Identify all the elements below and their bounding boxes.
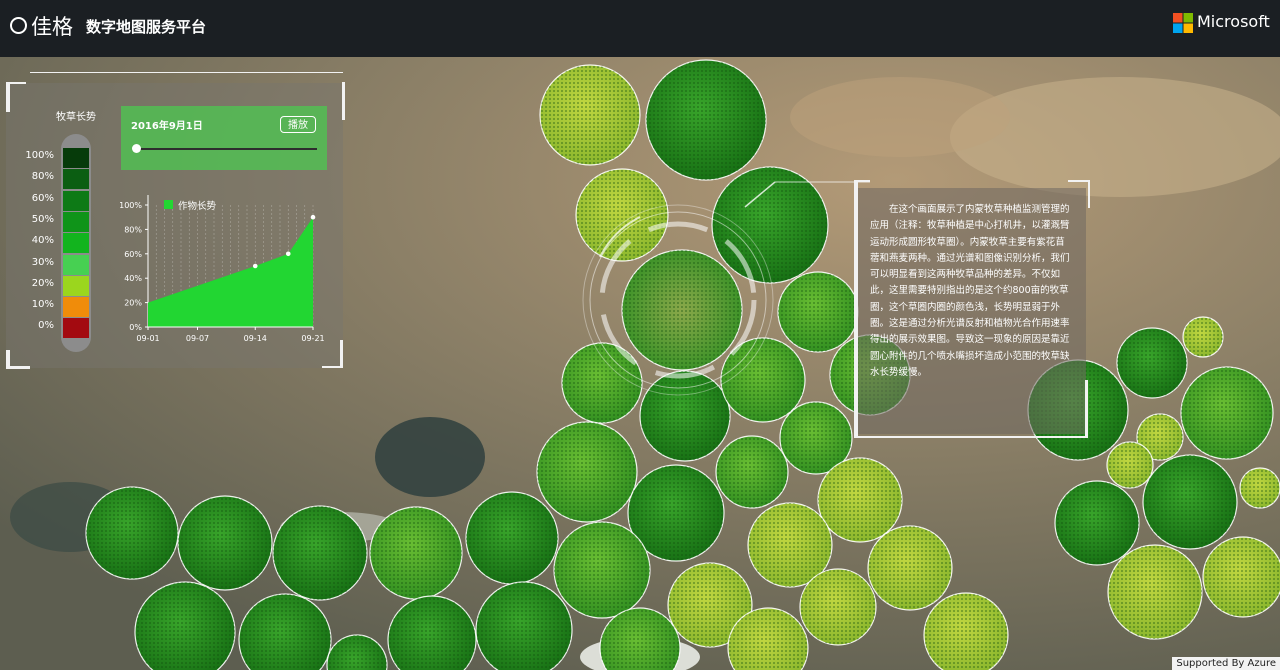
legend-label: 30% bbox=[31, 256, 54, 268]
chart-x-tick-label: 09-14 bbox=[244, 334, 267, 343]
chart-data-point bbox=[285, 251, 291, 257]
info-text: 在这个画面展示了内蒙牧草种植监测管理的应用（注释：牧草种植是中心打机井，以灌溉臂… bbox=[870, 204, 1070, 378]
brand-name: 佳格 bbox=[31, 15, 73, 39]
field-texture bbox=[562, 343, 642, 423]
legend-panel-frame-bottom-left bbox=[6, 350, 30, 369]
legend-label: 0% bbox=[38, 320, 54, 332]
field-texture bbox=[1203, 537, 1280, 617]
legend-label: 50% bbox=[31, 213, 54, 225]
azure-attribution: Supported By Azure bbox=[1172, 657, 1280, 670]
logo-ring-icon bbox=[10, 17, 27, 34]
chart-legend-swatch bbox=[164, 200, 173, 209]
field-texture bbox=[1107, 442, 1153, 488]
field-texture bbox=[554, 522, 650, 618]
field-texture bbox=[540, 65, 640, 165]
legend-label: 60% bbox=[31, 192, 54, 204]
chart-y-tick-label: 80% bbox=[124, 225, 142, 234]
field-texture bbox=[778, 272, 858, 352]
legend-panel-frame-top-left bbox=[6, 82, 26, 112]
chart-y-tick-label: 40% bbox=[124, 274, 142, 283]
chart-y-tick-label: 60% bbox=[124, 250, 142, 259]
legend-swatch bbox=[63, 169, 89, 190]
legend-swatch bbox=[63, 211, 89, 232]
chart-legend-label: 作物长势 bbox=[178, 200, 217, 212]
chart-data-point bbox=[310, 214, 316, 220]
field-texture bbox=[1240, 468, 1280, 508]
legend-swatch bbox=[63, 148, 89, 168]
field-texture bbox=[466, 492, 558, 584]
legend-panel-frame-top bbox=[30, 72, 343, 73]
microsoft-logo-icon bbox=[1173, 13, 1193, 33]
top-bar: 佳格 数字地图服务平台 Microsoft bbox=[0, 0, 1280, 57]
legend-swatch bbox=[63, 254, 89, 275]
play-button[interactable]: 播放 bbox=[280, 116, 316, 133]
legend-swatch bbox=[63, 297, 89, 318]
chart-y-tick-label: 20% bbox=[124, 299, 142, 308]
legend-label: 20% bbox=[31, 277, 54, 289]
field-texture bbox=[537, 422, 637, 522]
field-texture bbox=[1181, 367, 1273, 459]
field-texture bbox=[178, 496, 272, 590]
legend-title: 牧草长势 bbox=[56, 112, 96, 123]
field-texture bbox=[1143, 455, 1237, 549]
field-texture bbox=[1117, 328, 1187, 398]
field-texture bbox=[646, 60, 766, 180]
chart-y-tick-label: 100% bbox=[119, 201, 142, 210]
field-texture bbox=[86, 487, 178, 579]
field-texture bbox=[716, 436, 788, 508]
chart-x-tick-label: 09-07 bbox=[186, 334, 209, 343]
chart-data-point bbox=[252, 263, 258, 269]
partner-name: Microsoft bbox=[1197, 12, 1270, 31]
field-texture bbox=[1183, 317, 1223, 357]
growth-area-chart: 0% 20% 40% 60% 80% 100% 09-01 09-07 09-14 09-21 作物… bbox=[119, 195, 325, 343]
chart-y-tick-label: 0% bbox=[129, 323, 142, 332]
legend-swatch bbox=[63, 275, 89, 296]
field-texture bbox=[712, 167, 828, 283]
timeline-slider-track[interactable] bbox=[137, 148, 317, 150]
chart-x-tick-label: 09-01 bbox=[136, 334, 159, 343]
legend-label: 40% bbox=[31, 235, 54, 247]
field-texture bbox=[622, 250, 742, 370]
field-texture bbox=[273, 506, 367, 600]
field-texture bbox=[818, 458, 902, 542]
timeline-slider-handle[interactable] bbox=[132, 144, 141, 153]
page-title: 数字地图服务平台 bbox=[86, 18, 207, 36]
info-panel-frame-top bbox=[854, 180, 870, 182]
chart-x-tick-label: 09-21 bbox=[301, 334, 324, 343]
legend-swatch bbox=[63, 318, 89, 339]
field-texture bbox=[868, 526, 952, 610]
field-texture bbox=[800, 569, 876, 645]
legend-swatch bbox=[63, 190, 89, 211]
field-texture bbox=[370, 507, 462, 599]
legend-label: 100% bbox=[25, 150, 54, 161]
legend-label: 80% bbox=[31, 171, 54, 183]
info-panel-frame-right bbox=[1085, 380, 1088, 438]
legend-label: 10% bbox=[31, 299, 54, 311]
legend-panel-frame-top-right bbox=[336, 82, 345, 120]
info-panel-frame-bottom bbox=[854, 436, 1088, 438]
legend-swatch bbox=[63, 233, 89, 254]
field-texture bbox=[1108, 545, 1202, 639]
timeline-date: 2016年9月1日 bbox=[131, 121, 203, 132]
info-panel-frame-left bbox=[854, 180, 864, 438]
field-texture bbox=[1055, 481, 1139, 565]
